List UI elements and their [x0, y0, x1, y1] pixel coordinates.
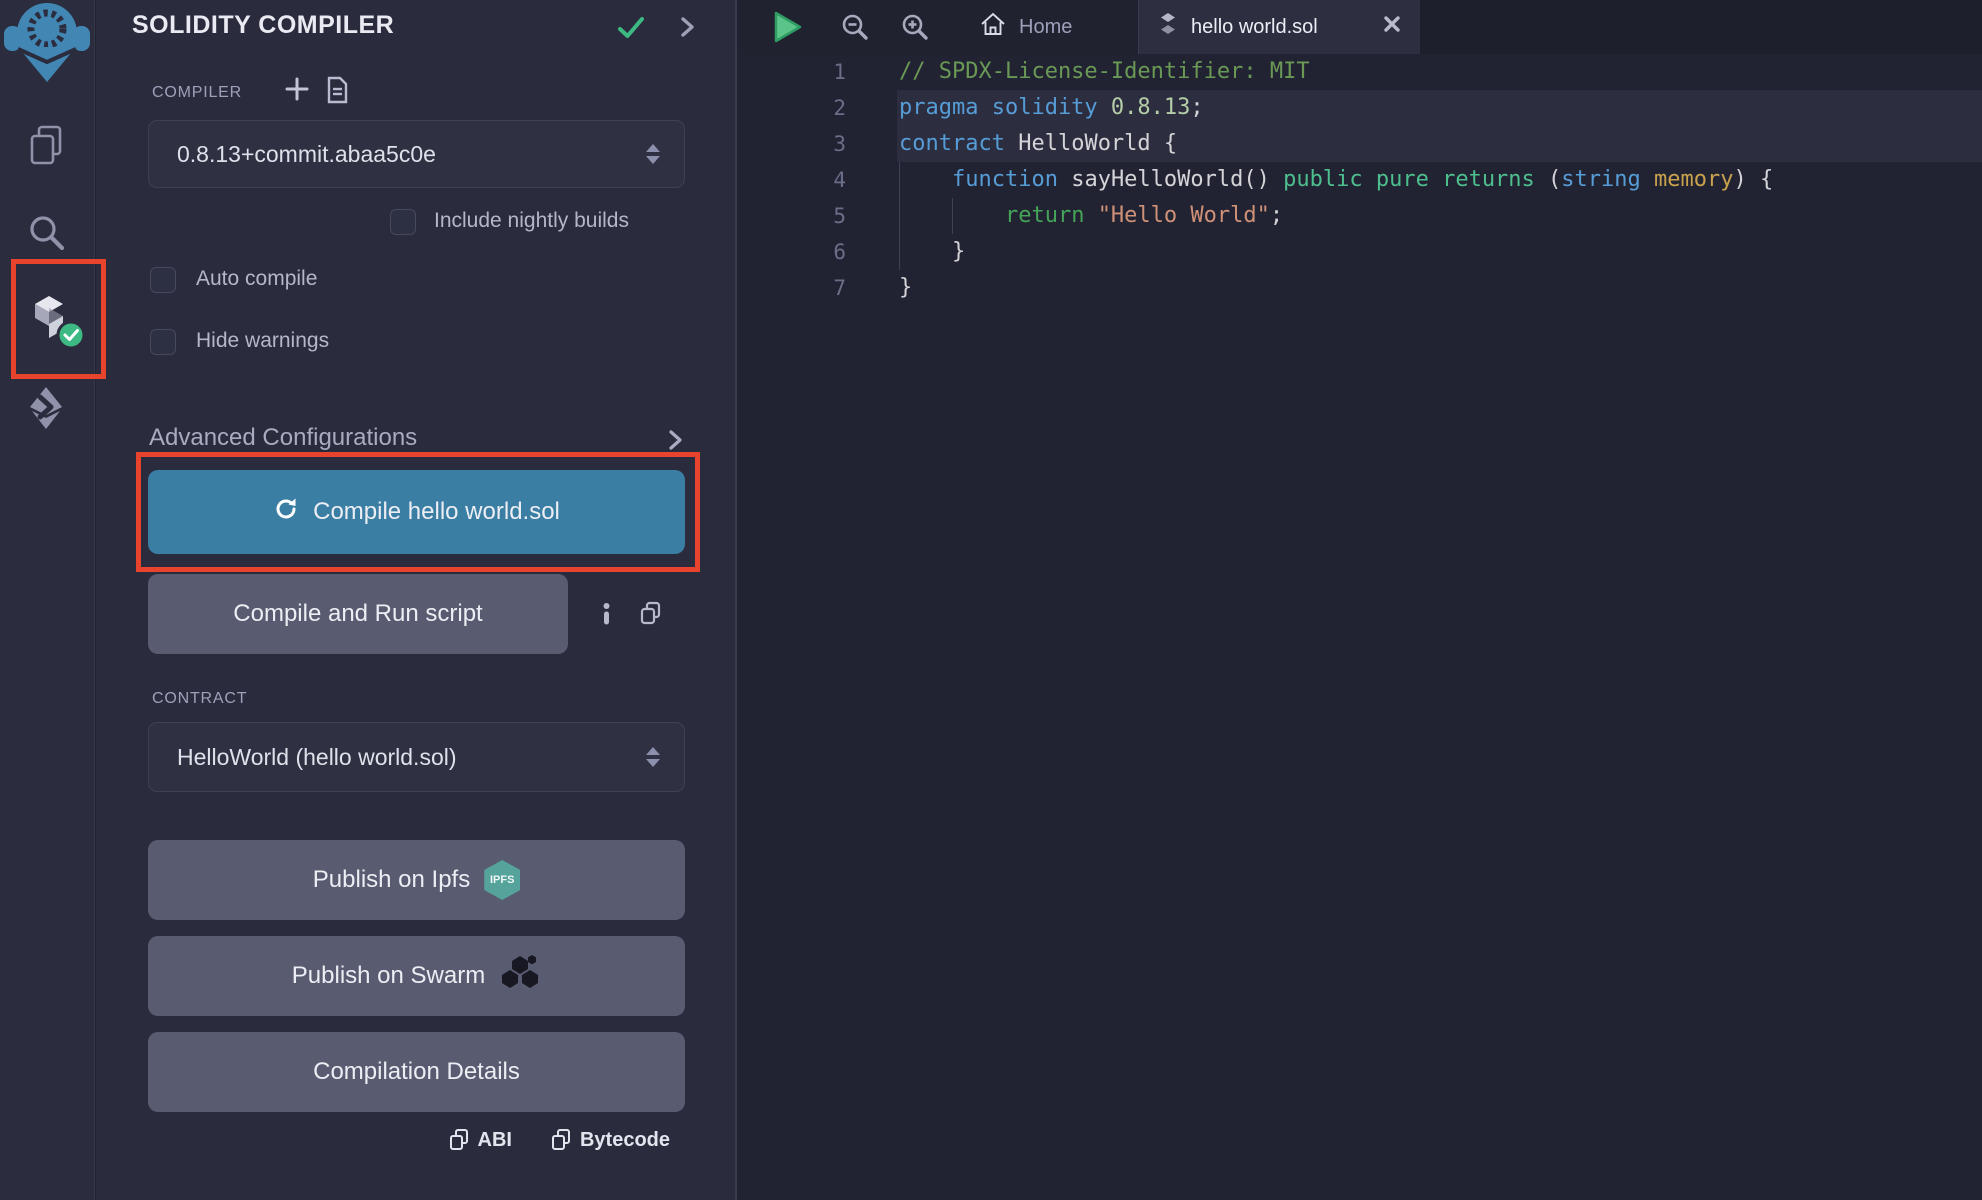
panel-chevron-right-icon[interactable] [674, 14, 700, 45]
deploy-and-run-icon[interactable] [22, 384, 70, 437]
solidity-compiler-panel: SOLIDITY COMPILER COMPILER 0.8.13+commit… [96, 0, 737, 1200]
tab-home[interactable]: Home [961, 0, 1090, 54]
tab-home-label: Home [1019, 16, 1072, 39]
copy-bytecode-button[interactable]: Bytecode [550, 1128, 670, 1153]
compile-success-badge-icon [56, 320, 86, 355]
compile-button-label: Compile hello world.sol [313, 498, 560, 526]
search-icon[interactable] [24, 210, 68, 259]
code-text: } [899, 270, 912, 306]
line-number: 3 [739, 126, 846, 162]
code-text: function sayHelloWorld() public pure ret… [899, 162, 1773, 198]
select-caret-icon [646, 144, 660, 164]
code-line[interactable]: 4 function sayHelloWorld() public pure r… [739, 162, 1982, 198]
refresh-icon [273, 496, 299, 529]
code-line[interactable]: 1 // SPDX-License-Identifier: MIT [739, 54, 1982, 90]
auto-compile-label: Auto compile [196, 267, 317, 291]
code-lines: 1 // SPDX-License-Identifier: MIT 2 pragma … [739, 54, 1982, 306]
zoom-out-icon[interactable] [840, 12, 870, 47]
compiler-config-file-icon[interactable] [324, 76, 350, 109]
publish-ipfs-label: Publish on Ipfs [313, 866, 470, 894]
swarm-icon [499, 954, 541, 999]
copy-run-script-icon[interactable] [638, 600, 663, 632]
solidity-file-icon [1157, 12, 1179, 42]
hide-warnings-checkbox[interactable] [150, 329, 176, 355]
info-icon[interactable] [594, 600, 619, 632]
compile-and-run-button[interactable]: Compile and Run script [148, 574, 568, 654]
code-line[interactable]: 3 contract HelloWorld { [739, 126, 1982, 162]
auto-compile-checkbox[interactable] [150, 267, 176, 293]
publish-ipfs-button[interactable]: Publish on Ipfs IPFS [148, 840, 685, 920]
tab-file-label: hello world.sol [1191, 16, 1370, 39]
add-compiler-icon[interactable] [284, 76, 310, 107]
zoom-in-icon[interactable] [900, 12, 930, 47]
include-nightly-label: Include nightly builds [434, 209, 629, 233]
compiler-version-value: 0.8.13+commit.abaa5c0e [177, 141, 646, 168]
code-line[interactable]: 6 } [739, 234, 1982, 270]
copy-abi-button[interactable]: ABI [448, 1128, 512, 1153]
line-number: 5 [739, 198, 846, 234]
compile-button[interactable]: Compile hello world.sol [148, 470, 685, 554]
compiled-check-icon [616, 14, 646, 47]
line-number: 4 [739, 162, 846, 198]
panel-title: SOLIDITY COMPILER [132, 11, 394, 40]
code-text: // SPDX-License-Identifier: MIT [899, 54, 1310, 90]
select-caret-icon [646, 747, 660, 767]
activity-icon-bar [0, 0, 95, 1200]
remix-ide-window: SOLIDITY COMPILER COMPILER 0.8.13+commit… [0, 0, 1982, 1200]
compile-and-run-label: Compile and Run script [233, 600, 482, 628]
compiler-version-select[interactable]: 0.8.13+commit.abaa5c0e [148, 120, 685, 188]
home-icon [979, 10, 1007, 44]
line-number: 6 [739, 234, 846, 270]
line-number: 1 [739, 54, 846, 90]
code-text: return "Hello World"; [899, 198, 1283, 234]
line-number: 7 [739, 270, 846, 306]
compiler-section-label: COMPILER [152, 84, 242, 102]
compilation-details-button[interactable]: Compilation Details [148, 1032, 685, 1112]
remix-logo [1, 0, 93, 91]
code-line[interactable]: 7} [739, 270, 1982, 306]
contract-section-label: CONTRACT [152, 690, 247, 708]
editor-tab-bar: Home hello world.sol [739, 0, 1982, 54]
advanced-configurations-toggle[interactable]: Advanced Configurations [149, 424, 417, 452]
close-tab-icon[interactable] [1382, 14, 1402, 40]
publish-swarm-label: Publish on Swarm [292, 962, 485, 990]
artifact-copy-row: ABI Bytecode [148, 1128, 670, 1153]
hide-warnings-label: Hide warnings [196, 329, 329, 353]
contract-select-value: HelloWorld (hello world.sol) [177, 744, 646, 771]
publish-swarm-button[interactable]: Publish on Swarm [148, 936, 685, 1016]
code-text: } [899, 234, 965, 270]
tab-bar-empty-space [1420, 0, 1982, 54]
run-script-play-icon[interactable] [769, 9, 805, 50]
contract-select[interactable]: HelloWorld (hello world.sol) [148, 722, 685, 792]
file-explorer-icon[interactable] [24, 123, 68, 174]
copy-abi-label: ABI [478, 1129, 512, 1152]
code-area[interactable]: 1 // SPDX-License-Identifier: MIT 2 pragma … [739, 54, 1982, 1200]
code-editor: Home hello world.sol [739, 0, 1982, 1200]
ipfs-icon: IPFS [484, 860, 520, 900]
compilation-details-label: Compilation Details [313, 1058, 520, 1086]
code-text: contract HelloWorld { [899, 126, 1177, 162]
line-number: 2 [739, 90, 846, 126]
include-nightly-checkbox[interactable] [390, 209, 416, 235]
copy-bytecode-label: Bytecode [580, 1129, 670, 1152]
code-text: pragma solidity 0.8.13; [899, 90, 1204, 126]
advanced-chevron-icon[interactable] [663, 428, 687, 457]
code-line[interactable]: 5 return "Hello World"; [739, 198, 1982, 234]
tab-hello-world-sol[interactable]: hello world.sol [1139, 0, 1420, 54]
code-line[interactable]: 2 pragma solidity 0.8.13; [739, 90, 1982, 126]
